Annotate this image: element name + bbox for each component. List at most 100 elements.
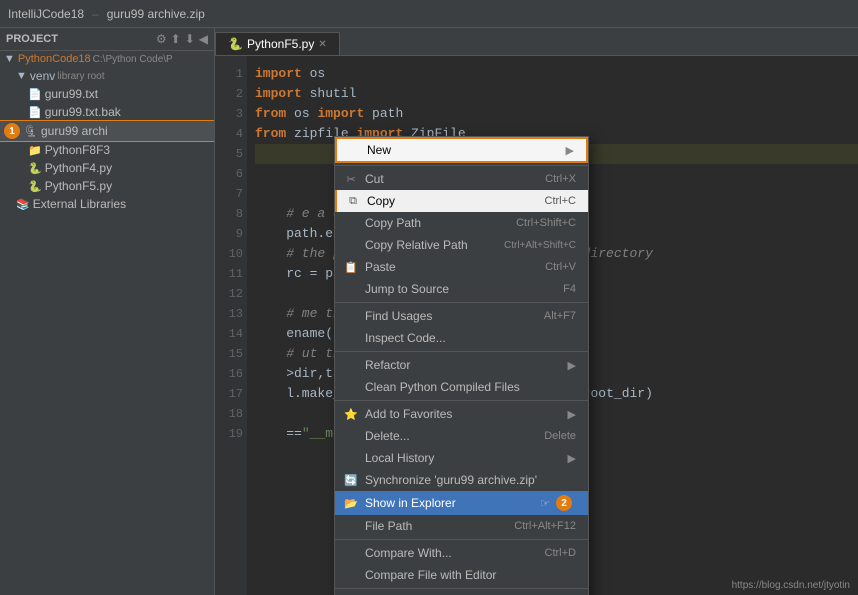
menu-item-showinexplorer[interactable]: 📂 Show in Explorer ☞ 2 [335,491,588,515]
showinexplorer-icon: 📂 [343,497,359,510]
tab-label: PythonF5.py [247,37,314,51]
tree-pythonf4[interactable]: 🐍 PythonF4.py [0,159,214,177]
file-icon-guru99arc: 🗜 [24,125,38,138]
scroll-up-icon[interactable]: ⬆ [171,32,181,46]
menu-item-refactor[interactable]: Refactor ▶ [335,354,588,376]
menu-item-filepath[interactable]: File Path Ctrl+Alt+F12 [335,515,588,537]
badge-1: 1 [4,123,20,139]
guru99arc-label: guru99 archi [41,124,108,138]
menu-delete-label: Delete... [365,429,536,443]
separator-5 [335,539,588,540]
tree-guru99arc[interactable]: 1 🗜 guru99 archi [0,121,214,141]
menu-item-localhistory[interactable]: Local History ▶ [335,447,588,469]
menu-filepath-label: File Path [365,519,506,533]
delete-shortcut: Delete [544,430,576,442]
title-sep: – [92,7,99,21]
menu-item-copy[interactable]: ⧉ Copy Ctrl+C [335,190,588,212]
tab-close-button[interactable]: ✕ [318,39,326,50]
tree-root[interactable]: ▼ PythonCode18 C:\Python Code\P [0,51,214,67]
menu-addtofav-label: Add to Favorites [365,407,568,421]
badge-2: 2 [556,495,572,511]
venv-expand-icon: ▼ [16,70,27,82]
extlibs-icon: 📚 [16,198,30,211]
menu-item-inspectcode[interactable]: Inspect Code... [335,327,588,349]
file-icon-pythonf4: 🐍 [28,162,42,175]
menu-findusages-label: Find Usages [365,309,536,323]
menu-item-copypath[interactable]: Copy Path Ctrl+Shift+C [335,212,588,234]
hide-icon[interactable]: ◀ [199,32,208,46]
menu-cleanpython-label: Clean Python Compiled Files [365,380,576,394]
file-icon-guru99bak: 📄 [28,106,42,119]
sidebar-icons: ⚙ ⬆ ⬇ ◀ [156,32,208,46]
guru99bak-label: guru99.txt.bak [45,105,121,119]
menu-item-jumptosource[interactable]: Jump to Source F4 [335,278,588,300]
root-label: PythonCode18 [18,53,91,65]
tab-icon: 🐍 [228,37,243,51]
line-numbers: 12345 678910 1112131415 16171819 [215,56,247,595]
sidebar: Project ⚙ ⬆ ⬇ ◀ ▼ PythonCode18 C:\Python… [0,28,215,595]
menu-item-sync[interactable]: 🔄 Synchronize 'guru99 archive.zip' [335,469,588,491]
cut-shortcut: Ctrl+X [545,173,576,185]
context-menu: New ▶ ✂ Cut Ctrl+X ⧉ Copy Ctrl+C Copy Pa… [334,136,589,595]
copypath-shortcut: Ctrl+Shift+C [516,217,576,229]
sidebar-header: Project ⚙ ⬆ ⬇ ◀ [0,28,214,51]
file-icon-pythonf5: 🐍 [28,180,42,193]
copyrelpath-shortcut: Ctrl+Alt+Shift+C [504,240,576,251]
scroll-down-icon[interactable]: ⬇ [185,32,195,46]
menu-item-cleanpython[interactable]: Clean Python Compiled Files [335,376,588,398]
menu-inspectcode-label: Inspect Code... [365,331,576,345]
menu-item-copyrelpath[interactable]: Copy Relative Path Ctrl+Alt+Shift+C [335,234,588,256]
menu-jumptosource-label: Jump to Source [365,282,555,296]
menu-comparewitheditor-label: Compare File with Editor [365,568,576,582]
file-icon-guru99txt: 📄 [28,88,42,101]
menu-item-paste[interactable]: 📋 Paste Ctrl+V [335,256,588,278]
sync-icon: 🔄 [343,474,359,487]
app-name: IntelliJCode18 [8,7,84,21]
copy-icon: ⧉ [345,195,361,208]
separator-1 [335,165,588,166]
venv-suffix: library root [57,71,104,82]
menu-new-label: New [367,143,566,157]
pythonf8-label: PythonF8F3 [45,143,110,157]
root-path: C:\Python Code\P [93,54,173,65]
comparewith-shortcut: Ctrl+D [545,547,576,559]
menu-item-comparewitheditor[interactable]: Compare File with Editor [335,564,588,586]
addtofav-arrow-icon: ▶ [568,408,576,421]
menu-item-cut[interactable]: ✂ Cut Ctrl+X [335,168,588,190]
separator-4 [335,400,588,401]
menu-paste-label: Paste [365,260,537,274]
separator-2 [335,302,588,303]
settings-icon[interactable]: ⚙ [156,32,167,46]
copy-shortcut: Ctrl+C [545,195,576,207]
paste-icon: 📋 [343,261,359,274]
menu-copyrelpath-label: Copy Relative Path [365,238,496,252]
tree-venv[interactable]: ▼ venv library root [0,67,214,85]
tree-guru99txt[interactable]: 📄 guru99.txt [0,85,214,103]
findusages-shortcut: Alt+F7 [544,310,576,322]
tree-extlibs[interactable]: 📚 External Libraries [0,195,214,213]
menu-refactor-label: Refactor [365,358,568,372]
main-layout: Project ⚙ ⬆ ⬇ ◀ ▼ PythonCode18 C:\Python… [0,28,858,595]
menu-item-comparewith[interactable]: Compare With... Ctrl+D [335,542,588,564]
menu-item-creategist[interactable]: 🔗 Create Gist... [335,591,588,595]
tab-pythonf5[interactable]: 🐍 PythonF5.py ✕ [215,32,340,55]
tree-pythonf8[interactable]: 📁 PythonF8F3 [0,141,214,159]
menu-item-new[interactable]: New ▶ [335,137,588,163]
separator-6 [335,588,588,589]
tree-guru99bak[interactable]: 📄 guru99.txt.bak [0,103,214,121]
menu-item-addtofav[interactable]: ⭐ Add to Favorites ▶ [335,403,588,425]
guru99txt-label: guru99.txt [45,87,98,101]
sidebar-title: Project [6,33,58,45]
jumptosource-shortcut: F4 [563,283,576,295]
pythonf4-label: PythonF4.py [45,161,112,175]
tree-pythonf5[interactable]: 🐍 PythonF5.py [0,177,214,195]
menu-item-findusages[interactable]: Find Usages Alt+F7 [335,305,588,327]
refactor-arrow-icon: ▶ [568,359,576,372]
editor-tabs: 🐍 PythonF5.py ✕ [215,28,858,56]
extlibs-label: External Libraries [33,197,126,211]
menu-item-delete[interactable]: Delete... Delete [335,425,588,447]
new-arrow-icon: ▶ [566,144,574,157]
menu-localhistory-label: Local History [365,451,568,465]
editor-area: 🐍 PythonF5.py ✕ 12345 678910 1112131415 … [215,28,858,595]
separator-3 [335,351,588,352]
